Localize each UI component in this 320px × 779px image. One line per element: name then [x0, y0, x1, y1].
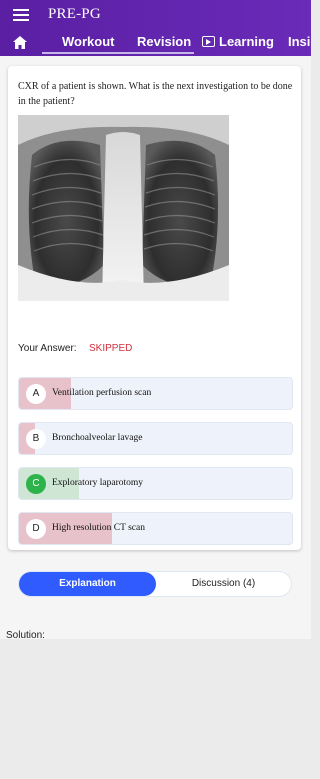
- option-c-letter: C: [26, 474, 46, 494]
- app-title: PRE-PG: [48, 6, 101, 22]
- question-card: CXR of a patient is shown. What is the n…: [8, 66, 301, 550]
- tab-revision[interactable]: Revision: [137, 31, 191, 54]
- option-b-letter: B: [26, 429, 46, 449]
- app-bar: PRE-PG Workout Revision Learning Insight…: [0, 0, 311, 56]
- tab-indicator: [42, 52, 194, 54]
- answer-status: SKIPPED: [89, 343, 133, 354]
- option-d-letter: D: [26, 519, 46, 539]
- chest-xray-image: [18, 115, 229, 301]
- option-d-text: High resolution CT scan: [52, 523, 145, 533]
- main-content[interactable]: CXR of a patient is shown. What is the n…: [0, 56, 311, 641]
- your-answer-label: Your Answer:: [18, 343, 77, 354]
- tab-workout[interactable]: Workout: [62, 31, 114, 54]
- option-b-text: Bronchoalveolar lavage: [52, 433, 143, 443]
- option-c-text: Exploratory laparotomy: [52, 478, 144, 488]
- explanation-discussion-toggle: Explanation Discussion (4): [18, 571, 292, 597]
- question-text: CXR of a patient is shown. What is the n…: [18, 81, 293, 107]
- option-a-letter: A: [26, 384, 46, 404]
- app-bar-top: PRE-PG: [0, 0, 311, 30]
- home-icon: [13, 36, 27, 49]
- option-d[interactable]: D High resolution CT scan: [18, 512, 293, 545]
- tab-learning[interactable]: Learning: [202, 31, 274, 54]
- tab-insights[interactable]: Insights: [288, 31, 311, 54]
- option-b[interactable]: B Bronchoalveolar lavage: [18, 422, 293, 455]
- tab-bar: Workout Revision Learning Insights: [0, 31, 311, 54]
- solution-label: Solution:: [6, 630, 45, 641]
- option-a-text: Ventilation perfusion scan: [52, 388, 152, 398]
- option-a[interactable]: A Ventilation perfusion scan: [18, 377, 293, 410]
- tab-home[interactable]: [13, 31, 29, 54]
- play-box-icon: [202, 36, 215, 47]
- menu-icon[interactable]: [13, 9, 29, 21]
- tab-learning-label: Learning: [219, 34, 274, 49]
- option-c[interactable]: C Exploratory laparotomy: [18, 467, 293, 500]
- tab-discussion[interactable]: Discussion (4): [156, 572, 291, 596]
- tab-explanation[interactable]: Explanation: [19, 572, 156, 596]
